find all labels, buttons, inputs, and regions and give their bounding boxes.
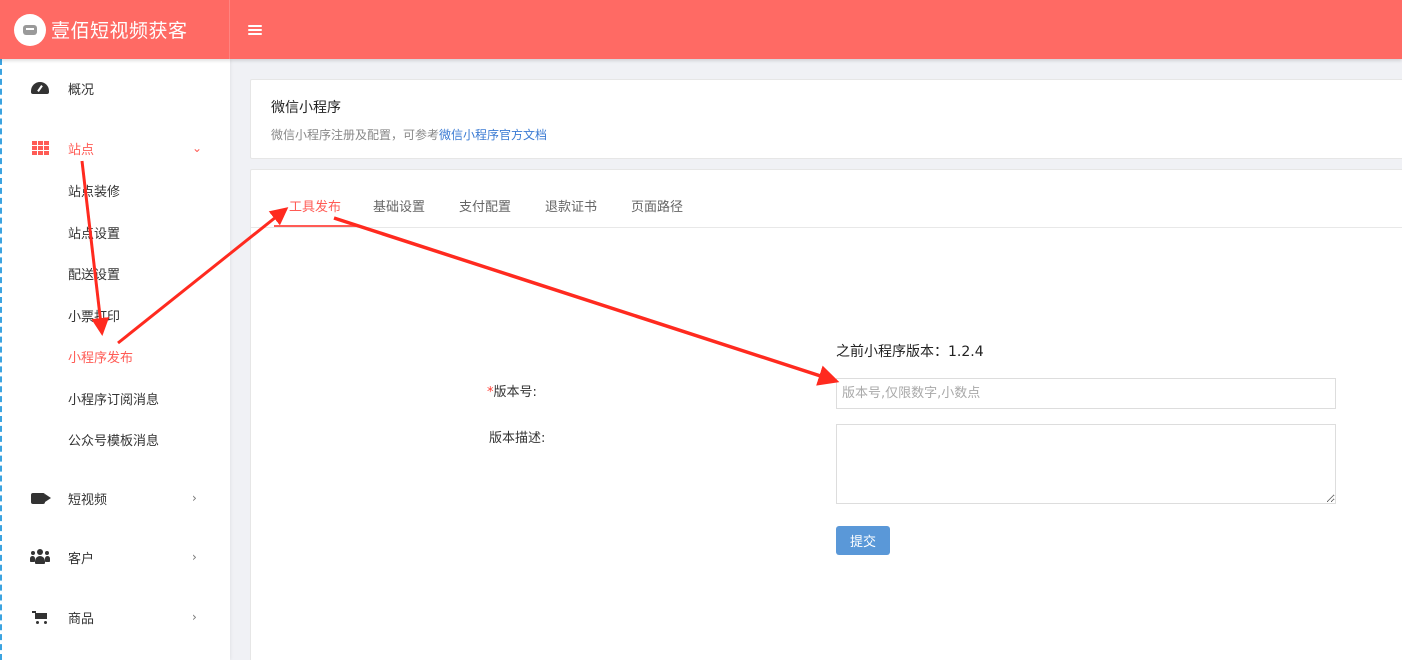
sidebar-item-label: 概况 [68,82,95,98]
submit-button[interactable]: 提交 [836,526,890,555]
tab-payment-config[interactable]: 支付配置 [459,196,511,215]
chevron-right-icon: › [192,491,197,505]
page-title: 微信小程序 [271,100,341,116]
sidebar-subitem-miniprogram-publish[interactable]: 小程序发布 [68,346,133,372]
chevron-down-icon: ⌄ [192,141,203,155]
sidebar-subitem-delivery-settings[interactable]: 配送设置 [68,263,120,289]
hamburger-icon[interactable] [248,24,262,36]
grid-icon [30,139,50,157]
tab-basic-settings[interactable]: 基础设置 [373,196,425,215]
sidebar-item-site[interactable]: 站点 ⌄ [2,126,230,170]
description-label: 版本描述: [489,431,546,446]
main-panel: 工具发布 基础设置 支付配置 退款证书 页面路径 之前小程序版本：1.2.4 *… [250,169,1402,660]
sidebar-item-customers[interactable]: 客户 › [2,535,230,579]
sidebar-item-overview[interactable]: 概况 [2,66,230,110]
version-description-textarea[interactable] [836,424,1336,504]
dashboard-icon [30,79,50,97]
page-description: 微信小程序注册及配置，可参考微信小程序官方文档 [271,126,547,143]
sidebar-item-products[interactable]: 商品 › [2,595,230,639]
brand[interactable]: 壹佰短视频获客 [0,0,230,59]
app-title: 壹佰短视频获客 [51,20,188,42]
official-docs-link[interactable]: 微信小程序官方文档 [439,128,547,142]
page-header-panel: 微信小程序 微信小程序注册及配置，可参考微信小程序官方文档 [250,79,1402,159]
tab-refund-certificate[interactable]: 退款证书 [545,196,597,215]
tab-page-paths[interactable]: 页面路径 [631,196,683,215]
users-icon [30,548,50,566]
chevron-right-icon: › [192,550,197,564]
sidebar-subitem-site-settings[interactable]: 站点设置 [68,222,120,248]
sidebar-item-label: 客户 [68,551,95,567]
active-tab-indicator [274,225,356,227]
sidebar-subitem-site-decoration[interactable]: 站点装修 [68,180,120,206]
page-description-text: 微信小程序注册及配置，可参考 [271,128,440,142]
tab-bar: 工具发布 基础设置 支付配置 退款证书 页面路径 [251,170,1402,228]
version-input[interactable] [836,378,1336,409]
sidebar: 概况 站点 ⌄ 站点装修 站点设置 配送设置 小票打印 小程序发布 小程序订阅消… [0,59,230,660]
version-label: *版本号: [487,381,537,400]
sidebar-subitem-template-messages[interactable]: 公众号模板消息 [68,429,159,455]
sidebar-item-label: 短视频 [68,492,108,508]
sidebar-item-short-video[interactable]: 短视频 › [2,476,230,520]
sidebar-item-label: 商品 [68,611,95,627]
video-camera-icon [30,489,50,507]
sidebar-subitem-subscription-messages[interactable]: 小程序订阅消息 [68,388,159,414]
cart-icon [30,608,50,626]
sidebar-item-label: 站点 [68,142,95,158]
sidebar-subitem-receipt-printing[interactable]: 小票打印 [68,305,120,331]
chevron-right-icon: › [192,610,197,624]
previous-version-text: 之前小程序版本：1.2.4 [836,344,984,360]
version-label-text: 版本号: [493,385,537,400]
video-logo-icon [14,13,46,46]
tab-tool-publish[interactable]: 工具发布 [289,196,341,215]
top-header: 壹佰短视频获客 [0,0,1402,59]
